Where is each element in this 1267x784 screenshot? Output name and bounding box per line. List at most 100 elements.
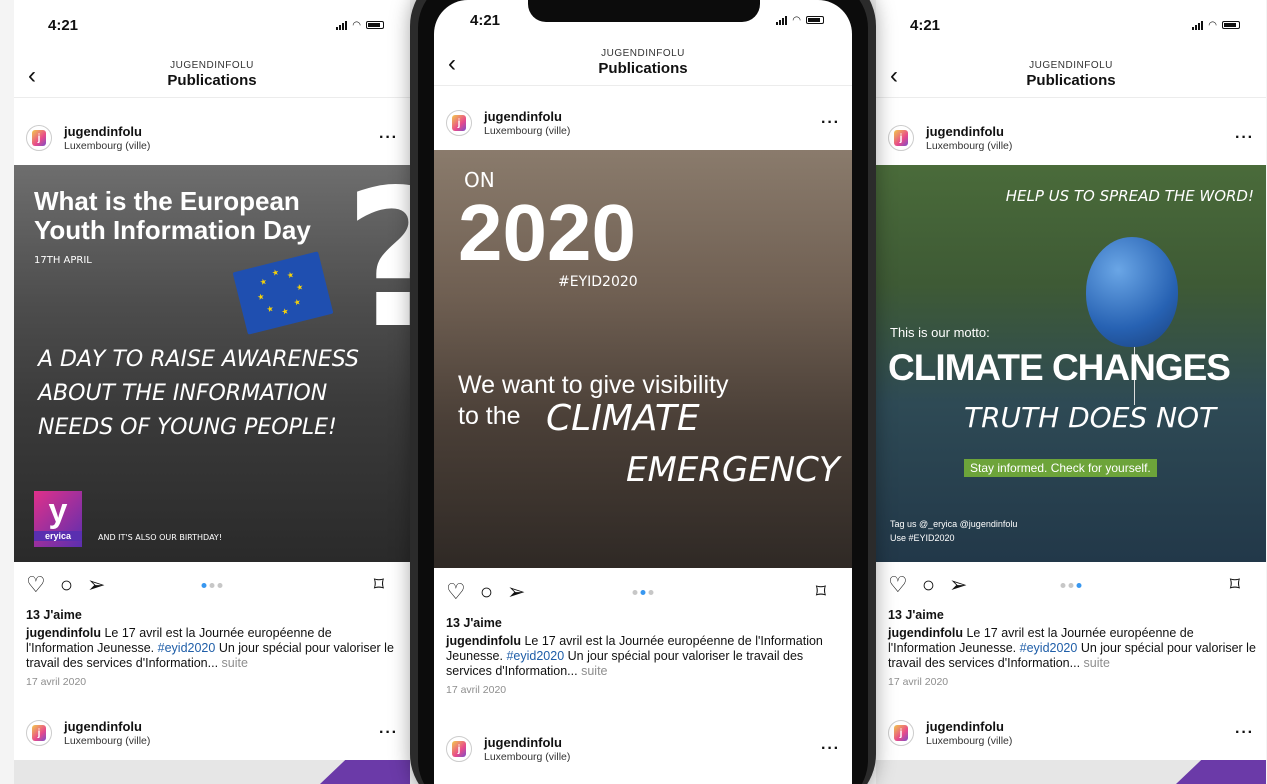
post-location[interactable]: Luxembourg (ville): [926, 735, 1235, 747]
post-username[interactable]: jugendinfolu: [64, 719, 379, 734]
nav-subtitle: JUGENDINFOLU: [170, 60, 254, 71]
signal-icon: [776, 15, 788, 25]
likes-count[interactable]: 13 J'aime: [446, 616, 842, 630]
carousel-dots: [1060, 582, 1082, 588]
more-link[interactable]: suite: [222, 656, 248, 670]
status-time: 4:21: [48, 16, 79, 34]
heart-icon[interactable]: ♡: [26, 574, 46, 596]
comment-icon[interactable]: ○: [60, 574, 73, 596]
more-icon[interactable]: ···: [1235, 129, 1254, 147]
post-image[interactable]: ON 2020 #EYID2020 We want to give visibi…: [434, 150, 852, 568]
page-title: Publications: [1026, 72, 1116, 89]
carousel-dots: [201, 582, 223, 588]
status-icons: ◠: [1192, 20, 1240, 31]
post-username[interactable]: jugendinfolu: [64, 124, 379, 139]
post-caption: jugendinfolu Le 17 avril est la Journée …: [446, 634, 823, 678]
hashtag-link[interactable]: #eyid2020: [1020, 641, 1078, 655]
bookmark-icon[interactable]: ⌑: [1230, 575, 1240, 595]
heart-icon[interactable]: ♡: [446, 581, 466, 603]
comment-icon[interactable]: ○: [480, 581, 493, 603]
send-icon[interactable]: ➢: [87, 574, 105, 596]
battery-icon: [1222, 21, 1240, 29]
image-date: 17TH APRIL: [34, 255, 92, 266]
post-location[interactable]: Luxembourg (ville): [64, 140, 379, 152]
image-motto: This is our motto:: [890, 325, 990, 340]
image-banner: Stay informed. Check for yourself.: [964, 459, 1157, 477]
bookmark-icon[interactable]: ⌑: [816, 582, 826, 602]
post-image[interactable]: HELP US TO SPREAD THE WORD! This is our …: [876, 165, 1266, 562]
eu-flag-graphic: ★ ★ ★ ★ ★ ★ ★ ★: [232, 251, 334, 335]
post-date: 17 avril 2020: [888, 676, 949, 688]
navigation-bar: ‹ JUGENDINFOLU Publications: [14, 52, 410, 98]
status-bar: 4:21 ◠: [14, 0, 410, 50]
post-actions: ♡ ○ ➢ ⌑: [434, 572, 852, 612]
send-icon[interactable]: ➢: [507, 581, 525, 603]
more-icon[interactable]: ···: [821, 114, 840, 132]
image-climate: CLIMATE: [546, 398, 700, 439]
heart-icon[interactable]: ♡: [888, 574, 908, 596]
send-icon[interactable]: ➢: [949, 574, 967, 596]
wifi-icon: ◠: [792, 14, 801, 26]
likes-count[interactable]: 13 J'aime: [888, 608, 1256, 622]
post-meta: 13 J'aime jugendinfolu Le 17 avril est l…: [446, 616, 842, 696]
next-post-image: [876, 760, 1266, 784]
page-title: Publications: [598, 60, 688, 77]
more-link[interactable]: suite: [1084, 656, 1110, 670]
avatar[interactable]: j: [446, 736, 472, 762]
image-title: What is the European Youth Information D…: [34, 186, 311, 245]
screen-left: 4:21 ◠ ‹ JUGENDINFOLU Publications j jug…: [14, 0, 410, 784]
post-caption: jugendinfolu Le 17 avril est la Journée …: [26, 626, 394, 670]
phone-notch: [528, 0, 760, 22]
image-hashtag: #EYID2020: [558, 274, 638, 290]
post-meta: 13 J'aime jugendinfolu Le 17 avril est l…: [26, 608, 400, 688]
comment-icon[interactable]: ○: [922, 574, 935, 596]
hashtag-link[interactable]: #eyid2020: [506, 649, 564, 663]
post-date: 17 avril 2020: [446, 684, 507, 696]
avatar[interactable]: j: [26, 125, 52, 151]
status-time: 4:21: [910, 16, 941, 34]
next-post-header: j jugendinfolu Luxembourg (ville) ···: [14, 708, 410, 758]
more-icon[interactable]: ···: [821, 740, 840, 758]
post-location[interactable]: Luxembourg (ville): [484, 751, 821, 763]
navigation-bar: ‹ JUGENDINFOLU Publications: [434, 40, 852, 86]
avatar[interactable]: j: [888, 125, 914, 151]
image-tag-line: Tag us @_eryica @jugendinfolu: [890, 519, 1018, 529]
post-header: j jugendinfolu Luxembourg (ville) ···: [14, 113, 410, 163]
question-mark-graphic: ?: [344, 165, 410, 355]
image-subheadline: TRUTH DOES NOT: [964, 401, 1217, 434]
post-location[interactable]: Luxembourg (ville): [926, 140, 1235, 152]
next-post-header: j jugendinfolu Luxembourg (ville) ···: [876, 708, 1266, 758]
likes-count[interactable]: 13 J'aime: [26, 608, 400, 622]
post-username[interactable]: jugendinfolu: [926, 124, 1235, 139]
post-username[interactable]: jugendinfolu: [484, 109, 821, 124]
post-image[interactable]: What is the European Youth Information D…: [14, 165, 410, 562]
status-time: 4:21: [470, 11, 501, 29]
post-actions: ♡ ○ ➢ ⌑: [14, 565, 410, 605]
more-icon[interactable]: ···: [379, 724, 398, 742]
battery-icon: [806, 16, 824, 24]
post-location[interactable]: Luxembourg (ville): [64, 735, 379, 747]
balloon-graphic: [1086, 237, 1178, 347]
post-location[interactable]: Luxembourg (ville): [484, 125, 821, 137]
next-post-image: [14, 760, 410, 784]
more-link[interactable]: suite: [581, 664, 607, 678]
wifi-icon: ◠: [1208, 19, 1217, 31]
hashtag-link[interactable]: #eyid2020: [158, 641, 216, 655]
image-line-1: We want to give visibility: [458, 371, 729, 399]
avatar[interactable]: j: [888, 720, 914, 746]
status-icons: ◠: [776, 15, 824, 26]
bookmark-icon[interactable]: ⌑: [374, 575, 384, 595]
post-header: j jugendinfolu Luxembourg (ville) ···: [434, 98, 852, 148]
avatar[interactable]: j: [446, 110, 472, 136]
post-date: 17 avril 2020: [26, 676, 87, 688]
image-body-text: A DAY TO RAISE AWARENESS ABOUT THE INFOR…: [38, 347, 359, 440]
next-post-header: j jugendinfolu Luxembourg (ville) ···: [434, 724, 852, 774]
post-username[interactable]: jugendinfolu: [926, 719, 1235, 734]
post-caption: jugendinfolu Le 17 avril est la Journée …: [888, 626, 1256, 670]
avatar[interactable]: j: [26, 720, 52, 746]
more-icon[interactable]: ···: [379, 129, 398, 147]
post-username[interactable]: jugendinfolu: [484, 735, 821, 750]
image-footer: AND IT'S ALSO OUR BIRTHDAY!: [98, 533, 223, 542]
more-icon[interactable]: ···: [1235, 724, 1254, 742]
image-emergency: EMERGENCY: [626, 450, 840, 490]
